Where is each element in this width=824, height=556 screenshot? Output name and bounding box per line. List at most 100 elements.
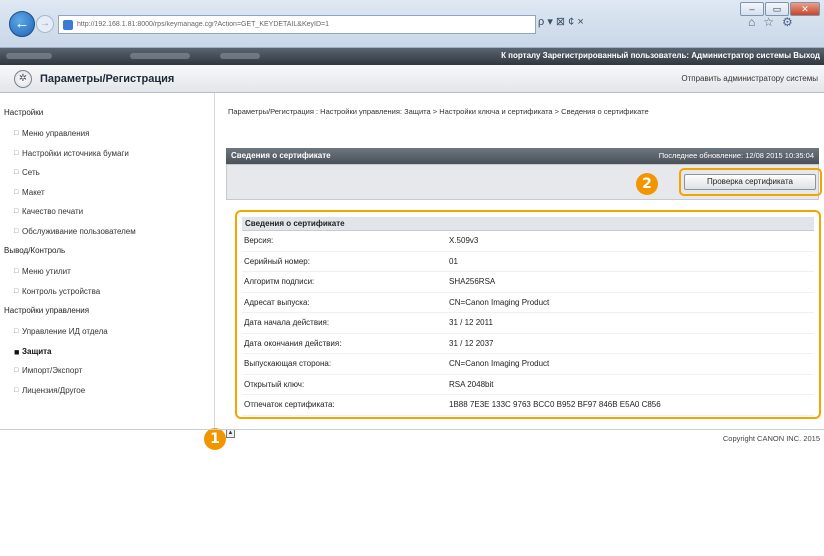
bullet-icon: □ — [14, 367, 19, 374]
table-row: Открытый ключ: RSA 2048bit — [242, 375, 814, 395]
sidebar-item-label: Настройки источника бумаги — [22, 148, 129, 158]
home-icon[interactable]: ⌂ — [748, 15, 755, 29]
sidebar-item-label: Защита — [22, 346, 52, 356]
panel-title: Сведения о сертификате — [231, 151, 331, 160]
row-value: CN=Canon Imaging Product — [449, 359, 550, 369]
row-value: 31 / 12 2011 — [449, 318, 493, 328]
bullet-icon: □ — [14, 268, 19, 275]
table-row: Версия: X.509v3 — [242, 231, 814, 252]
certificate-info-table: Сведения о сертификате Версия: X.509v3 Се… — [242, 217, 814, 416]
row-key: Дата начала действия: — [244, 318, 330, 328]
bullet-icon: □ — [14, 149, 19, 157]
minimize-icon[interactable]: – — [740, 2, 764, 16]
main-content: Параметры/Регистрация : Настройки управл… — [204, 93, 824, 450]
row-value: SHA256RSA — [449, 277, 496, 287]
row-key: Дата окончания действия: — [244, 338, 342, 348]
sidebar-item-control-menu[interactable]: □ Меню управления — [0, 128, 214, 148]
row-value: 1B88 7E3E 133C 9763 BCC0 B952 BF97 846B … — [449, 400, 661, 410]
check-certificate-button[interactable]: Проверка сертификата — [684, 174, 816, 190]
sidebar-item-label: Управление ИД отдела — [22, 327, 108, 336]
table-row: Адресат выпуска: CN=Canon Imaging Product — [242, 293, 814, 313]
callout-number-1: 1 — [204, 428, 226, 450]
sidebar-item-label: Обслуживание пользователем — [22, 226, 136, 236]
table-row: Серийный номер: 01 — [242, 252, 814, 272]
back-arrow-icon[interactable]: ← — [9, 11, 35, 37]
sidebar-item-label: Импорт/Экспорт — [22, 366, 83, 375]
top-bar: К порталу Зарегистрированный пользовател… — [0, 48, 824, 65]
forward-arrow-icon[interactable]: → — [36, 15, 54, 33]
sidebar-item-label: Качество печати — [22, 207, 84, 216]
settings-logo-icon: ✲ — [14, 70, 32, 88]
last-updated: Последнее обновление: 12/08 2015 10:35:0… — [658, 151, 814, 160]
row-key: Отпечаток сертификата: — [244, 400, 335, 410]
row-value: 31 / 12 2037 — [449, 338, 494, 348]
sidebar-item-label: Макет — [22, 187, 45, 197]
row-value: RSA 2048bit — [449, 379, 494, 389]
certificate-info-box: 1 Сведения о сертификате Версия: X.509v3 … — [204, 210, 821, 450]
address-tools: ρ ▾ ⊠ ¢ × — [538, 15, 584, 28]
sidebar-item-license-other[interactable]: □ Лицензия/Другое — [0, 385, 214, 405]
table-row: Отпечаток сертификата: 1B88 7E3E 133C 976… — [242, 395, 814, 416]
address-url[interactable]: http://192.168.1.81:8000/rps/keymanage.c… — [77, 21, 329, 28]
sidebar-item-layout[interactable]: □ Макет — [0, 187, 214, 207]
row-key: Версия: — [244, 236, 274, 246]
sidebar-item-user-maintenance[interactable]: □ Обслуживание пользователем — [0, 226, 214, 246]
portal-user-logout[interactable]: К порталу Зарегистрированный пользовател… — [501, 51, 820, 60]
footer-divider — [0, 429, 824, 430]
sidebar-item-paper-source[interactable]: □ Настройки источника бумаги — [0, 148, 214, 168]
sidebar-section-settings[interactable]: Настройки — [0, 107, 214, 128]
row-key: Выпускающая сторона: — [244, 359, 332, 369]
bullet-icon: □ — [14, 130, 19, 137]
sidebar-item-utility-menu[interactable]: □ Меню утилит — [0, 266, 214, 286]
bullet-icon: □ — [14, 188, 19, 196]
row-key: Адресат выпуска: — [244, 297, 310, 307]
row-key: Алгоритм подписи: — [244, 277, 315, 287]
sidebar-item-print-quality[interactable]: □ Качество печати — [0, 206, 214, 226]
bullet-icon: □ — [14, 208, 19, 215]
maximize-icon[interactable]: ▭ — [765, 2, 789, 16]
info-table-header: Сведения о сертификате — [242, 217, 814, 231]
sidebar-section-output-control[interactable]: Вывод/Контроль — [0, 245, 214, 266]
page-title: Параметры/Регистрация — [40, 73, 175, 85]
sidebar: Настройки □ Меню управления □ Настройки ис… — [0, 93, 215, 429]
bullet-icon: □ — [14, 169, 19, 176]
star-icon[interactable]: ☆ — [763, 15, 774, 29]
sidebar-item-network[interactable]: □ Сеть — [0, 167, 214, 187]
sidebar-item-security[interactable]: ■ Защита — [0, 346, 214, 366]
address-actions[interactable]: ρ ▾ ⊠ ¢ × — [538, 15, 584, 28]
gear-icon[interactable]: ⚙ — [782, 15, 793, 29]
send-to-admin-link[interactable]: Отправить администратору системы — [681, 74, 818, 83]
browser-tools: ⌂ ☆ ⚙ — [748, 15, 793, 29]
copyright: Copyright CANON INC. 2015 — [722, 434, 820, 443]
table-row: Дата начала действия: 31 / 12 2011 — [242, 313, 814, 334]
close-icon[interactable]: ✕ — [790, 2, 820, 16]
callout-number-2: 2 — [636, 173, 658, 195]
sidebar-item-department-id[interactable]: □ Управление ИД отдела — [0, 326, 214, 346]
certificate-panel-bar: Сведения о сертификате Последнее обновле… — [226, 148, 819, 164]
address-bar[interactable]: http://192.168.1.81:8000/rps/keymanage.c… — [58, 15, 536, 34]
bullet-icon: □ — [14, 287, 19, 295]
app-header: ✲ Параметры/Регистрация Отправить админи… — [0, 65, 824, 93]
active-bullet-icon: ■ — [14, 346, 20, 357]
sidebar-item-import-export[interactable]: □ Импорт/Экспорт — [0, 365, 214, 385]
sidebar-section-management[interactable]: Настройки управления — [0, 305, 214, 326]
sidebar-item-label: Меню утилит — [22, 267, 71, 276]
sidebar-item-label: Контроль устройства — [22, 286, 101, 296]
bullet-icon: □ — [14, 227, 19, 235]
blurred-text — [6, 53, 52, 59]
breadcrumb: Параметры/Регистрация : Настройки управл… — [228, 107, 649, 116]
table-row: Выпускающая сторона: CN=Canon Imaging Pro… — [242, 354, 814, 375]
sidebar-item-device-control[interactable]: □ Контроль устройства — [0, 286, 214, 306]
sidebar-item-label: Меню управления — [22, 129, 90, 138]
site-favicon-icon — [63, 19, 73, 30]
row-value: CN=Canon Imaging Product — [449, 297, 550, 307]
bullet-icon: □ — [14, 328, 19, 335]
window-controls: – ▭ ✕ — [740, 2, 820, 16]
browser-chrome: – ▭ ✕ ← → http://192.168.1.81:8000/rps/k… — [0, 0, 824, 48]
table-row: Дата окончания действия: 31 / 12 2037 — [242, 334, 814, 354]
blurred-text — [130, 53, 190, 59]
row-value: X.509v3 — [449, 236, 479, 246]
row-key: Серийный номер: — [244, 256, 310, 266]
bullet-icon: □ — [14, 386, 19, 394]
scroll-to-top-icon[interactable]: ▲ — [226, 429, 235, 438]
